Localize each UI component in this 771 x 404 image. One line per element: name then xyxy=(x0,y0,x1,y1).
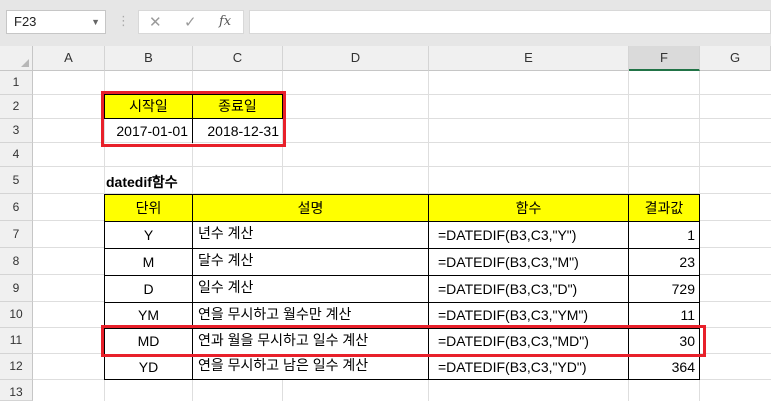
description-cell[interactable]: 달수 계산 xyxy=(192,248,429,276)
header-unit[interactable]: 단위 xyxy=(104,194,193,222)
result-cell[interactable]: 23 xyxy=(628,248,700,276)
name-box[interactable]: F23 ▼ xyxy=(6,10,106,34)
header-description[interactable]: 설명 xyxy=(192,194,429,222)
formula-cell[interactable]: =DATEDIF(B3,C3,"M") xyxy=(428,248,629,276)
highlight-box-md-row xyxy=(101,325,706,357)
chevron-down-icon[interactable]: ▼ xyxy=(91,11,100,33)
row-header-7[interactable]: 7 xyxy=(0,221,33,248)
result-cell[interactable]: 729 xyxy=(628,275,700,303)
unit-cell[interactable]: M xyxy=(104,248,193,276)
description-cell[interactable]: 일수 계산 xyxy=(192,275,429,303)
column-header-g[interactable]: G xyxy=(700,46,771,71)
column-header-b[interactable]: B xyxy=(105,46,193,71)
row-header-10[interactable]: 10 xyxy=(0,302,33,328)
column-header-e[interactable]: E xyxy=(429,46,629,71)
enter-icon[interactable]: ✓ xyxy=(184,13,197,31)
row-header-6[interactable]: 6 xyxy=(0,194,33,221)
row-header-2[interactable]: 2 xyxy=(0,95,33,119)
description-cell[interactable]: 연을 무시하고 남은 일수 계산 xyxy=(192,354,429,380)
row-header-1[interactable]: 1 xyxy=(0,71,33,95)
unit-cell[interactable]: Y xyxy=(104,221,193,249)
unit-cell[interactable]: YD xyxy=(104,354,193,380)
highlight-box-dates xyxy=(101,91,286,147)
row-header-9[interactable]: 9 xyxy=(0,275,33,302)
description-cell[interactable]: 년수 계산 xyxy=(192,221,429,249)
header-function[interactable]: 함수 xyxy=(428,194,629,222)
drag-handle-icon[interactable]: ⋮ xyxy=(117,14,130,28)
formula-cell[interactable]: =DATEDIF(B3,C3,"Y") xyxy=(428,221,629,249)
result-cell[interactable]: 1 xyxy=(628,221,700,249)
select-all-button[interactable] xyxy=(0,46,33,71)
result-cell[interactable]: 364 xyxy=(628,354,700,380)
row-header-8[interactable]: 8 xyxy=(0,248,33,275)
column-header-d[interactable]: D xyxy=(283,46,429,71)
row-header-4[interactable]: 4 xyxy=(0,143,33,167)
row-header-3[interactable]: 3 xyxy=(0,119,33,143)
insert-function-icon[interactable]: fx xyxy=(219,14,231,29)
formula-buttons: ✕ ✓ fx xyxy=(138,10,244,34)
header-result[interactable]: 결과값 xyxy=(628,194,700,222)
row-header-12[interactable]: 12 xyxy=(0,354,33,380)
cancel-icon[interactable]: ✕ xyxy=(149,13,162,31)
column-header-c[interactable]: C xyxy=(193,46,283,71)
unit-cell[interactable]: D xyxy=(104,275,193,303)
row-header-5[interactable]: 5 xyxy=(0,167,33,194)
formula-bar: F23 ▼ ⋮ ✕ ✓ fx xyxy=(0,0,771,46)
name-box-value: F23 xyxy=(14,14,37,29)
column-header-f[interactable]: F xyxy=(629,46,700,71)
row-header-13[interactable]: 13 xyxy=(0,380,33,401)
section-title[interactable]: datedif함수 xyxy=(106,167,256,193)
formula-input[interactable] xyxy=(249,10,771,34)
formula-cell[interactable]: =DATEDIF(B3,C3,"D") xyxy=(428,275,629,303)
formula-cell[interactable]: =DATEDIF(B3,C3,"YD") xyxy=(428,354,629,380)
column-header-a[interactable]: A xyxy=(33,46,105,71)
row-header-11[interactable]: 11 xyxy=(0,328,33,354)
